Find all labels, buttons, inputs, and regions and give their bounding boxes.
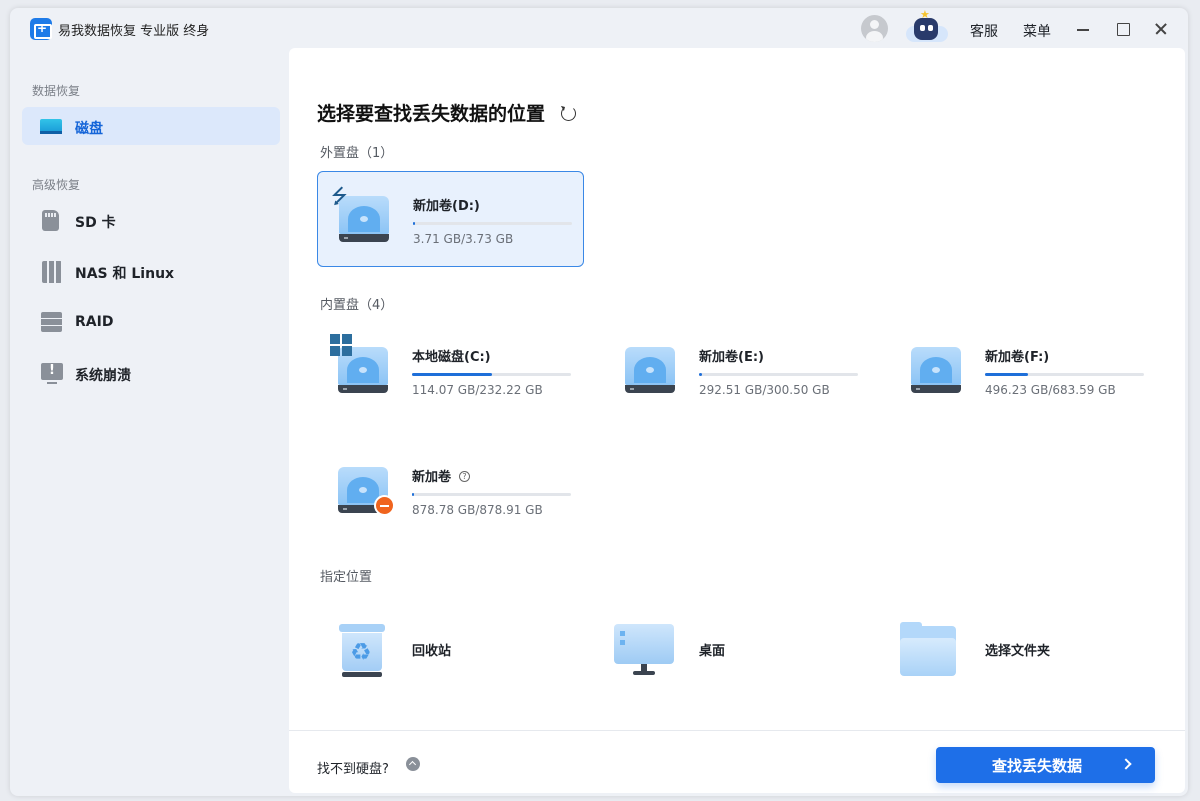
drive-size: 878.78 GB/878.91 GB — [412, 503, 543, 517]
chevron-up-icon[interactable] — [406, 757, 420, 771]
system-crash-icon — [41, 363, 63, 384]
scan-lost-data-button[interactable]: 查找丢失数据 — [936, 747, 1155, 783]
usage-bar — [985, 373, 1144, 376]
drive-card-unlettered[interactable]: 新加卷? 878.78 GB/878.91 GB — [317, 443, 584, 539]
drive-card-f[interactable]: 新加卷(F:) 496.23 GB/683.59 GB — [890, 323, 1157, 419]
app-logo-icon — [30, 18, 52, 40]
refresh-icon[interactable] — [561, 106, 576, 121]
hard-drive-icon — [625, 343, 675, 393]
no-entry-icon — [374, 495, 395, 516]
close-icon[interactable] — [1150, 18, 1172, 40]
cannot-find-drive-link[interactable]: 找不到硬盘? — [317, 758, 389, 777]
app-window: 易我数据恢复 专业版 终身 ★ 客服 菜单 数据恢复 磁盘 高级恢复 SD 卡 … — [10, 8, 1188, 796]
page-title: 选择要查找丢失数据的位置 — [317, 103, 546, 125]
customer-service-link[interactable]: 客服 — [970, 21, 998, 41]
sidebar-item-raid[interactable]: RAID — [22, 303, 280, 341]
usage-bar — [413, 222, 572, 225]
location-select-folder[interactable]: 选择文件夹 — [890, 614, 1157, 684]
drive-card-e[interactable]: 新加卷(E:) 292.51 GB/300.50 GB — [604, 323, 871, 419]
windows-icon — [330, 334, 352, 356]
drive-card-d[interactable]: ⭍ 新加卷(D:) 3.71 GB/3.73 GB — [317, 171, 584, 267]
sidebar-item-label: 磁盘 — [75, 121, 103, 137]
main-panel: 选择要查找丢失数据的位置 外置盘（1） ⭍ 新加卷(D:) 3.71 GB/3.… — [289, 48, 1185, 793]
sd-card-icon — [42, 210, 59, 231]
sidebar-item-nas-linux[interactable]: NAS 和 Linux — [22, 252, 280, 290]
sidebar-item-label: RAID — [75, 314, 114, 330]
help-icon[interactable]: ? — [459, 471, 471, 482]
usage-bar — [412, 493, 571, 496]
sidebar: 数据恢复 磁盘 高级恢复 SD 卡 NAS 和 Linux RAID 系统崩溃 — [10, 50, 288, 796]
menu-link[interactable]: 菜单 — [1023, 21, 1051, 41]
title-bar: 易我数据恢复 专业版 终身 ★ 客服 菜单 — [10, 8, 1188, 50]
drive-size: 496.23 GB/683.59 GB — [985, 383, 1116, 397]
drive-size: 292.51 GB/300.50 GB — [699, 383, 830, 397]
app-title: 易我数据恢复 专业版 终身 — [58, 24, 210, 39]
folder-icon — [900, 622, 956, 676]
footer-divider — [289, 730, 1185, 731]
maximize-icon[interactable] — [1112, 18, 1134, 40]
usb-icon: ⭍ — [331, 184, 348, 208]
drive-size: 114.07 GB/232.22 GB — [412, 383, 543, 397]
nas-icon — [42, 261, 62, 283]
sidebar-section-data-recovery: 数据恢复 — [32, 84, 81, 98]
internal-drives-label: 内置盘（4） — [320, 298, 394, 313]
locations-label: 指定位置 — [320, 570, 373, 585]
disk-icon — [40, 119, 62, 134]
sidebar-item-sd-card[interactable]: SD 卡 — [22, 201, 280, 239]
drive-card-c[interactable]: 本地磁盘(C:) 114.07 GB/232.22 GB — [317, 323, 584, 419]
usage-bar — [699, 373, 858, 376]
raid-icon — [41, 312, 62, 332]
sidebar-item-system-crash[interactable]: 系统崩溃 — [22, 354, 280, 392]
drive-name: 本地磁盘(C:) — [412, 350, 491, 365]
drive-size: 3.71 GB/3.73 GB — [413, 232, 514, 246]
external-drives-label: 外置盘（1） — [320, 146, 394, 161]
usage-bar — [412, 373, 571, 376]
arrow-right-icon — [1120, 758, 1132, 770]
location-recycle-bin[interactable]: 回收站 — [317, 614, 584, 684]
sidebar-section-advanced-recovery: 高级恢复 — [32, 178, 81, 192]
scan-button-label: 查找丢失数据 — [992, 757, 1083, 775]
drive-name: 新加卷? — [412, 466, 471, 485]
sidebar-item-disk[interactable]: 磁盘 — [22, 107, 280, 145]
recycle-bin-icon — [339, 624, 385, 680]
location-desktop[interactable]: 桌面 — [604, 614, 871, 684]
location-name: 选择文件夹 — [985, 644, 1051, 659]
hard-drive-icon — [911, 343, 961, 393]
drive-name: 新加卷(E:) — [699, 350, 764, 365]
drive-name: 新加卷(D:) — [413, 199, 480, 214]
location-name: 桌面 — [699, 644, 726, 659]
sidebar-item-label: 系统崩溃 — [75, 368, 131, 384]
sidebar-item-label: SD 卡 — [75, 215, 116, 231]
minimize-icon[interactable] — [1072, 18, 1094, 40]
sidebar-item-label: NAS 和 Linux — [75, 266, 175, 282]
user-avatar-icon[interactable] — [861, 15, 888, 42]
drive-name: 新加卷(F:) — [985, 350, 1050, 365]
desktop-icon — [614, 624, 674, 678]
location-name: 回收站 — [412, 644, 452, 659]
assistant-robot-icon[interactable]: ★ — [904, 9, 950, 46]
